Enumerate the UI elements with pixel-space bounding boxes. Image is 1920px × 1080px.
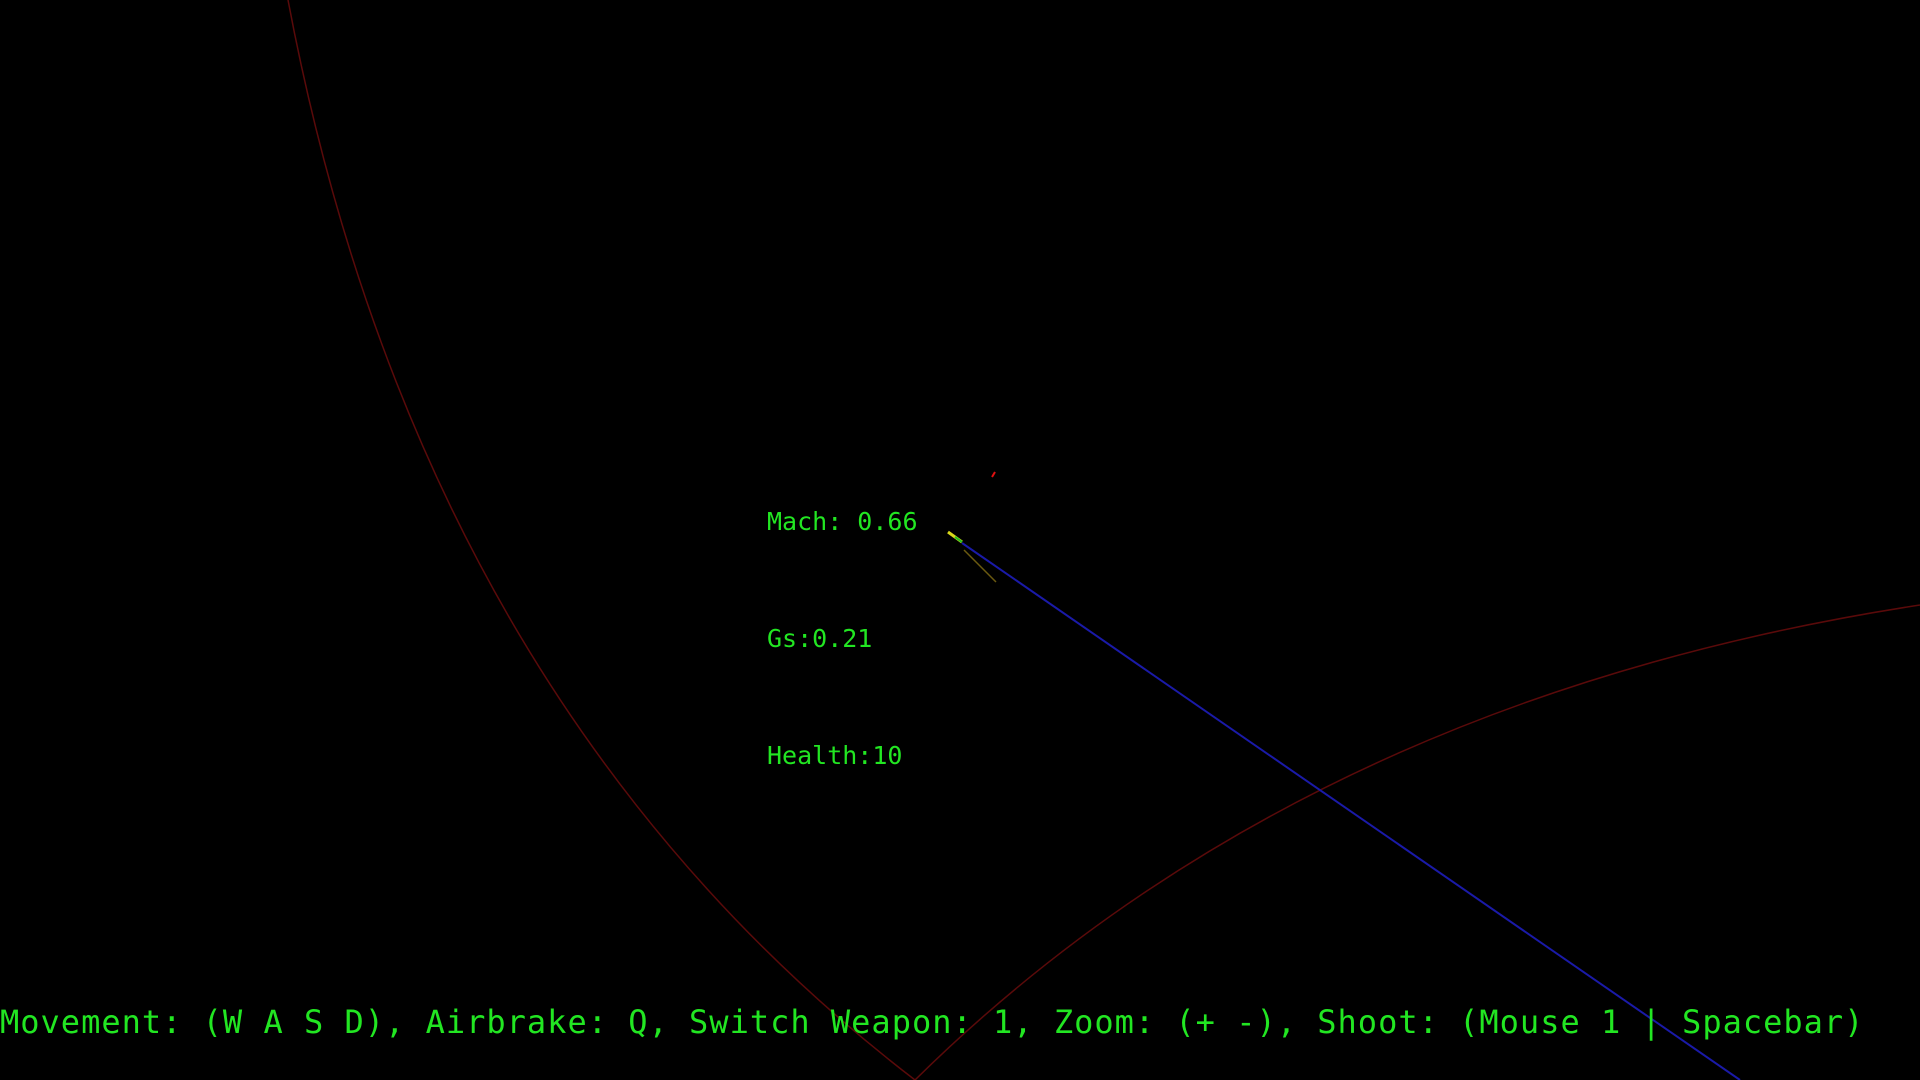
gs-readout: Gs:0.21 bbox=[767, 624, 873, 653]
trajectory-line bbox=[961, 542, 1741, 1080]
game-viewport[interactable]: Mach: 0.66 Gs:0.21 Health:10 Movement: (… bbox=[0, 0, 1920, 1080]
player-aircraft bbox=[947, 530, 997, 583]
enemy-marker bbox=[991, 471, 996, 478]
flight-hud: Mach: 0.66 Gs:0.21 Health:10 bbox=[767, 424, 918, 853]
controls-hint: Movement: (W A S D), Airbrake: Q, Switch… bbox=[0, 1003, 1865, 1041]
game-scene bbox=[287, 0, 1920, 1080]
health-readout: Health:10 bbox=[767, 741, 903, 770]
mach-readout: Mach: 0.66 bbox=[767, 507, 918, 536]
